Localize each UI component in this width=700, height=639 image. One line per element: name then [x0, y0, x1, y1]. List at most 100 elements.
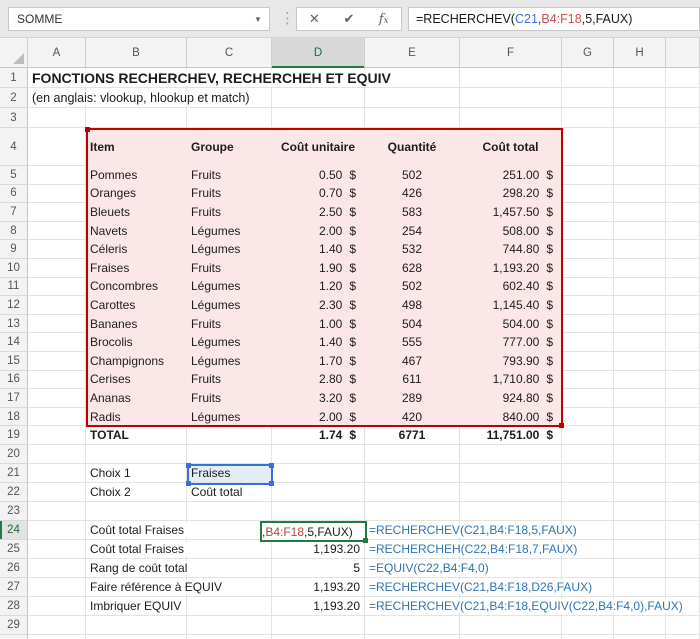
- cell-G22[interactable]: [562, 483, 614, 503]
- cell-A4[interactable]: [28, 128, 86, 166]
- cell-I17[interactable]: [666, 389, 700, 408]
- cell-D10[interactable]: 1.90 $: [272, 258, 365, 278]
- cell-E16[interactable]: 611: [365, 370, 460, 390]
- enter-icon[interactable]: ✔: [334, 11, 364, 27]
- cell-I14[interactable]: [666, 333, 700, 352]
- cell-F11[interactable]: 602.40 $: [460, 277, 562, 297]
- cell-D9[interactable]: 1.40 $: [272, 240, 365, 259]
- row-header-27[interactable]: 27: [0, 578, 28, 598]
- cell-B17[interactable]: Ananas: [86, 389, 187, 408]
- cell-B19[interactable]: TOTAL: [86, 426, 187, 446]
- cell-D2[interactable]: [272, 88, 365, 108]
- cell-D7[interactable]: 2.50 $: [272, 203, 365, 222]
- cell-C22[interactable]: Coût total: [187, 483, 272, 503]
- cell-B5[interactable]: Pommes: [86, 166, 187, 185]
- column-header-partial[interactable]: [666, 38, 700, 67]
- cell-C14[interactable]: Légumes: [187, 333, 272, 352]
- cell-G13[interactable]: [562, 314, 614, 334]
- cell-A30[interactable]: [28, 635, 86, 639]
- cell-H19[interactable]: [614, 426, 666, 446]
- cell-G10[interactable]: [562, 258, 614, 278]
- cell-A3[interactable]: [28, 108, 86, 128]
- cell-C23[interactable]: [187, 502, 272, 522]
- cell-E14[interactable]: 555: [365, 333, 460, 352]
- cell-G29[interactable]: [562, 616, 614, 636]
- cell-E15[interactable]: 467: [365, 351, 460, 371]
- cell-H1[interactable]: [614, 68, 666, 88]
- cell-G15[interactable]: [562, 351, 614, 371]
- row-header-15[interactable]: 15: [0, 351, 28, 371]
- cell-A19[interactable]: [28, 426, 86, 446]
- cell-A24[interactable]: [28, 521, 86, 541]
- cell-E2[interactable]: [365, 88, 460, 108]
- cell-B3[interactable]: [86, 108, 187, 128]
- cell-H15[interactable]: [614, 351, 666, 371]
- cell-F20[interactable]: [460, 445, 562, 465]
- cell-I15[interactable]: [666, 351, 700, 371]
- row-header-30[interactable]: 30: [0, 635, 28, 639]
- row-header-29[interactable]: 29: [0, 616, 28, 636]
- name-box[interactable]: SOMME ▼: [8, 7, 270, 31]
- cell-D6[interactable]: 0.70 $: [272, 184, 365, 204]
- row-header-8[interactable]: 8: [0, 221, 28, 241]
- cell-F6[interactable]: 298.20 $: [460, 184, 562, 204]
- cell-B27[interactable]: Faire référence à EQUIV: [86, 578, 226, 598]
- cell-I29[interactable]: [666, 616, 700, 636]
- cell-D26[interactable]: 5: [272, 559, 365, 579]
- cell-I6[interactable]: [666, 184, 700, 204]
- select-all-corner[interactable]: [0, 38, 28, 67]
- cell-H10[interactable]: [614, 258, 666, 278]
- cell-H14[interactable]: [614, 333, 666, 352]
- cell-F12[interactable]: 1,145.40 $: [460, 296, 562, 315]
- row-header-20[interactable]: 20: [0, 445, 28, 465]
- cell-D23[interactable]: [272, 502, 365, 522]
- cell-B29[interactable]: [86, 616, 187, 636]
- cell-A16[interactable]: [28, 370, 86, 390]
- cell-D24[interactable]: [272, 521, 365, 541]
- cell-B25[interactable]: Coût total Fraises: [86, 540, 188, 560]
- cell-C21[interactable]: Fraises: [187, 464, 272, 484]
- cell-B30[interactable]: [86, 635, 187, 639]
- cell-C7[interactable]: Fruits: [187, 203, 272, 222]
- cell-G30[interactable]: [562, 635, 614, 639]
- row-header-23[interactable]: 23: [0, 502, 28, 522]
- cell-E8[interactable]: 254: [365, 221, 460, 241]
- cell-G8[interactable]: [562, 221, 614, 241]
- row-header-16[interactable]: 16: [0, 370, 28, 390]
- row-header-28[interactable]: 28: [0, 597, 28, 617]
- grip-dots-icon[interactable]: ⋮: [280, 8, 295, 30]
- cell-A29[interactable]: [28, 616, 86, 636]
- cell-D29[interactable]: [272, 616, 365, 636]
- cell-G21[interactable]: [562, 464, 614, 484]
- cell-I9[interactable]: [666, 240, 700, 259]
- cell-A1[interactable]: FONCTIONS RECHERCHEV, RECHERCHEH ET EQUI…: [28, 68, 394, 88]
- cell-H20[interactable]: [614, 445, 666, 465]
- cell-D19[interactable]: 1.74 $: [272, 426, 365, 446]
- row-header-5[interactable]: 5: [0, 166, 28, 185]
- cell-C15[interactable]: Légumes: [187, 351, 272, 371]
- row-header-10[interactable]: 10: [0, 258, 28, 278]
- cell-H22[interactable]: [614, 483, 666, 503]
- cell-A14[interactable]: [28, 333, 86, 352]
- cell-E29[interactable]: [365, 616, 460, 636]
- cell-H8[interactable]: [614, 221, 666, 241]
- cell-I26[interactable]: [666, 559, 700, 579]
- cell-D22[interactable]: [272, 483, 365, 503]
- cell-E27[interactable]: =RECHERCHEV(C21,B4:F18,D26,FAUX): [365, 578, 596, 598]
- cell-G18[interactable]: [562, 407, 614, 427]
- cell-H5[interactable]: [614, 166, 666, 185]
- cell-C18[interactable]: Légumes: [187, 407, 272, 427]
- cell-H25[interactable]: [614, 540, 666, 560]
- row-header-2[interactable]: 2: [0, 88, 28, 108]
- cell-F21[interactable]: [460, 464, 562, 484]
- cell-C26[interactable]: [187, 559, 272, 579]
- cell-E23[interactable]: [365, 502, 460, 522]
- cell-A20[interactable]: [28, 445, 86, 465]
- cell-E9[interactable]: 532: [365, 240, 460, 259]
- cell-A2[interactable]: (en anglais: vlookup, hlookup et match): [28, 88, 253, 108]
- row-header-17[interactable]: 17: [0, 389, 28, 408]
- row-header-7[interactable]: 7: [0, 203, 28, 222]
- cell-B7[interactable]: Bleuets: [86, 203, 187, 222]
- column-header-F[interactable]: F: [460, 38, 562, 67]
- cell-D5[interactable]: 0.50 $: [272, 166, 365, 185]
